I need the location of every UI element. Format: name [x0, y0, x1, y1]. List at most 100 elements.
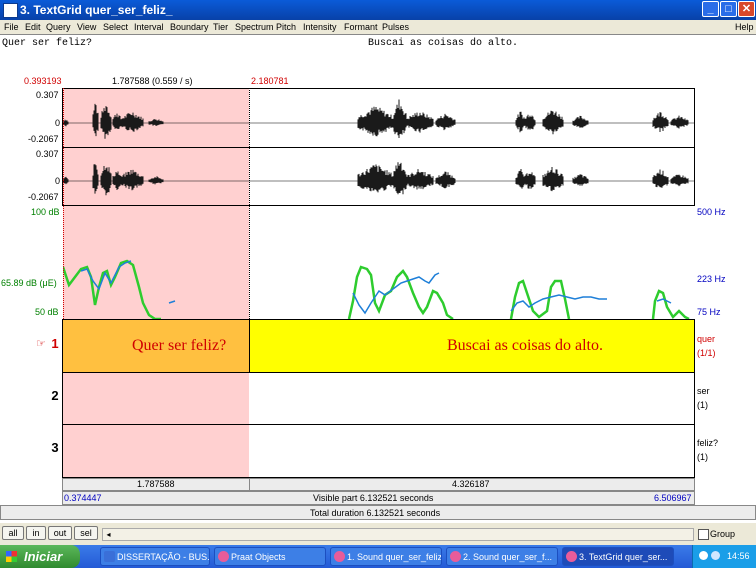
tier-3-number[interactable]: 3 [48, 441, 62, 455]
bottom-bar: all in out sel ◂ Group [0, 523, 756, 545]
waveform-channel-2 [63, 162, 694, 196]
tier-divider-2 [63, 424, 694, 425]
menu-intensity[interactable]: Intensity [303, 20, 337, 34]
waveform-svg [63, 99, 694, 196]
pitch-curve-1b [168, 300, 176, 304]
editor-canvas[interactable]: 0.393193 1.787588 (0.559 / s) 2.180781 0… [0, 73, 756, 523]
ch1-zero-label: 0 [55, 118, 61, 128]
tier-3-count: (1) [697, 452, 708, 462]
intensity-curve-1 [63, 259, 161, 319]
total-duration-label: Total duration 6.132521 seconds [310, 508, 441, 518]
tier-1-interval-2-text[interactable]: Buscai as coisas do alto. [447, 337, 603, 355]
zoom-in-button[interactable]: in [26, 526, 46, 540]
windows-logo-icon [6, 551, 17, 562]
start-label: Iniciar [24, 549, 63, 564]
pitch-mid-label: 223 Hz [697, 274, 726, 284]
window-title: 3. TextGrid quer_ser_feliz_ [20, 3, 173, 17]
rest-duration: 4.326187 [452, 479, 490, 489]
intensity-curve-4 [651, 289, 690, 319]
ch2-zero-label: 0 [55, 176, 61, 186]
clock: 14:56 [727, 551, 750, 561]
pitch-curve-1 [80, 260, 132, 291]
ch1-min-label: -0.2067 [28, 134, 59, 144]
ch2-min-label: -0.2067 [28, 192, 59, 202]
menu-interval[interactable]: Interval [134, 20, 164, 34]
menu-edit[interactable]: Edit [25, 20, 41, 34]
taskbar-item-sound-1[interactable]: 1. Sound quer_ser_feliz [330, 547, 442, 566]
scroll-left-icon[interactable]: ◂ [104, 530, 113, 539]
zoom-all-button[interactable]: all [2, 526, 24, 540]
pitch-top-label: 500 Hz [697, 207, 726, 217]
intensity-curve-2 [347, 265, 454, 319]
praat-icon [334, 551, 345, 562]
menu-select[interactable]: Select [103, 20, 128, 34]
zoom-selection-button[interactable]: sel [74, 526, 98, 540]
text-left: Quer ser feliz? [2, 38, 93, 49]
praat-icon [450, 551, 461, 562]
visible-end: 6.506967 [654, 493, 692, 503]
duration-divider [249, 478, 250, 491]
waveform-channel-1 [63, 99, 694, 139]
tier-3-name: feliz? [697, 438, 719, 448]
text-center: Buscai as coisas do alto. [368, 38, 519, 49]
tier-1-interval-1-text[interactable]: Quer ser feliz? [132, 337, 226, 355]
intensity-cursor-label: 65.89 dB (μE) [1, 278, 57, 288]
volume-icon[interactable] [711, 551, 720, 560]
tier-1-count: (1/1) [697, 348, 716, 358]
title-bar: 3. TextGrid quer_ser_feliz_ _ □ ✕ [0, 0, 756, 20]
document-icon [104, 551, 115, 562]
network-icon[interactable] [699, 551, 708, 560]
ch2-max-label: 0.307 [36, 149, 59, 159]
group-label: Group [710, 529, 736, 539]
taskbar: Iniciar DISSERTAÇÃO - BUS... Praat Objec… [0, 545, 756, 568]
tier-2-number[interactable]: 2 [48, 389, 62, 403]
maximize-button[interactable]: □ [720, 1, 737, 17]
menu-help[interactable]: Help [735, 20, 754, 34]
menu-formant[interactable]: Formant [344, 20, 378, 34]
tier-1-boundary[interactable] [249, 320, 250, 372]
group-checkbox[interactable] [698, 529, 709, 540]
tier-1-pointer-icon: ☞ [36, 338, 46, 350]
text-edit-area[interactable]: Quer ser feliz? Buscai as coisas do alto… [0, 34, 756, 74]
start-button[interactable]: Iniciar [0, 545, 80, 568]
menu-bar: File Edit Query View Select Interval Bou… [0, 20, 756, 34]
menu-spectrum[interactable]: Spectrum [235, 20, 274, 34]
tier-2-name: ser [697, 386, 710, 396]
selection-start-line[interactable] [63, 88, 64, 319]
minimize-button[interactable]: _ [702, 1, 719, 17]
ch1-max-label: 0.307 [36, 90, 59, 100]
visible-part-label: Visible part 6.132521 seconds [313, 493, 434, 503]
horizontal-scrollbar[interactable]: ◂ [102, 528, 694, 541]
tier-1-number[interactable]: 1 [48, 337, 62, 351]
taskbar-item-sound-2[interactable]: 2. Sound quer_ser_f... [446, 547, 558, 566]
app-icon [3, 3, 18, 18]
system-tray: 14:56 [692, 545, 756, 568]
praat-icon [218, 551, 229, 562]
intensity-top-label: 100 dB [31, 207, 60, 217]
selection-start-label: 0.393193 [24, 76, 62, 86]
pitch-bottom-label: 75 Hz [697, 307, 721, 317]
menu-tier[interactable]: Tier [213, 20, 228, 34]
taskbar-item-praat-objects[interactable]: Praat Objects [214, 547, 326, 566]
zoom-out-button[interactable]: out [48, 526, 72, 540]
visible-start: 0.374447 [64, 493, 102, 503]
tier-2-count: (1) [697, 400, 708, 410]
selection-end-line[interactable] [249, 88, 250, 319]
selection-duration-label: 1.787588 (0.559 / s) [112, 76, 193, 86]
menu-boundary[interactable]: Boundary [170, 20, 209, 34]
menu-file[interactable]: File [4, 20, 19, 34]
close-button[interactable]: ✕ [738, 1, 755, 17]
praat-icon [566, 551, 577, 562]
menu-query[interactable]: Query [46, 20, 71, 34]
taskbar-item-dissertacao[interactable]: DISSERTAÇÃO - BUS... [100, 547, 210, 566]
tier-1-name: quer [697, 334, 716, 344]
taskbar-item-textgrid[interactable]: 3. TextGrid quer_ser... [562, 547, 674, 566]
menu-pulses[interactable]: Pulses [382, 20, 409, 34]
pitch-curve-3 [510, 294, 607, 312]
intensity-bottom-label: 50 dB [35, 307, 59, 317]
menu-view[interactable]: View [77, 20, 96, 34]
menu-pitch[interactable]: Pitch [276, 20, 296, 34]
tier-divider-1 [63, 372, 694, 373]
selection-end-label: 2.180781 [251, 76, 289, 86]
analysis-svg [63, 259, 690, 319]
